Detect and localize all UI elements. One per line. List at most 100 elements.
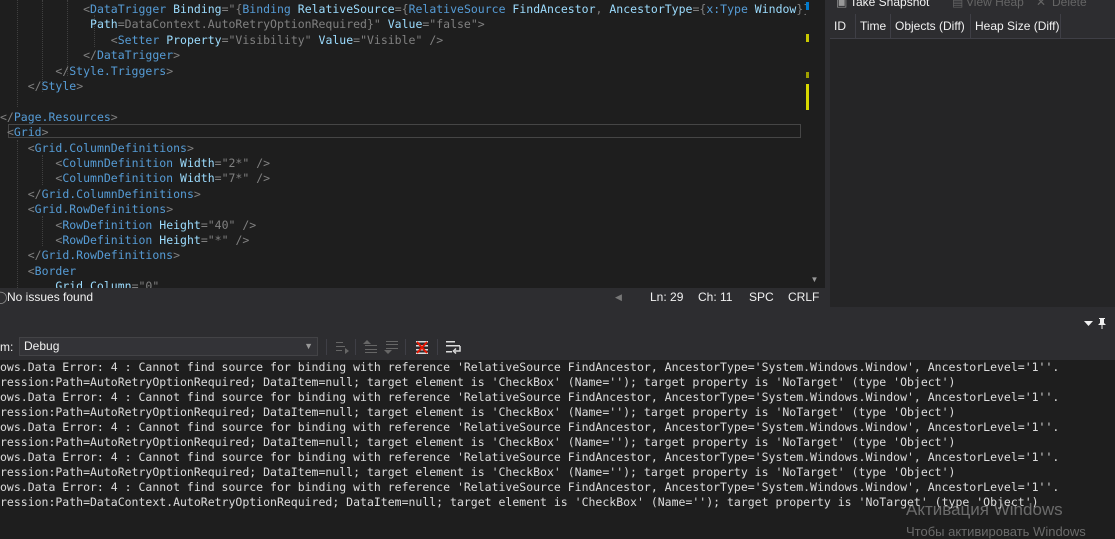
code-line: <RowDefinition Height="*" /> bbox=[0, 233, 249, 248]
code-line: <Grid.ColumnDefinitions> bbox=[0, 141, 194, 156]
code-token: Width bbox=[173, 156, 215, 170]
code-token: ColumnDefinition bbox=[62, 171, 174, 186]
delete-button[interactable]: Delete bbox=[1052, 0, 1087, 9]
code-token: /> bbox=[228, 233, 250, 247]
toolbar-separator bbox=[405, 339, 406, 355]
previous-message-icon[interactable] bbox=[363, 339, 379, 355]
code-token: ="{ bbox=[221, 2, 243, 16]
code-line: Grid.Column="0" bbox=[0, 279, 159, 288]
column-header-id[interactable]: ID bbox=[830, 14, 856, 38]
code-line: </Grid.ColumnDefinitions> bbox=[0, 187, 201, 202]
code-token: > bbox=[41, 125, 49, 140]
view-heap-button[interactable]: View Heap bbox=[966, 0, 1024, 9]
column-number[interactable]: Ch: 11 bbox=[698, 288, 732, 307]
code-token: </ bbox=[27, 248, 42, 263]
code-token: Page.Resources bbox=[13, 109, 111, 124]
camera-icon: ▣ bbox=[836, 0, 848, 9]
code-token: ="0" bbox=[131, 279, 160, 288]
scroll-left-arrow-icon[interactable]: ◀ bbox=[615, 288, 622, 307]
output-line: ression:Path=AutoRetryOptionRequired; Da… bbox=[0, 375, 956, 389]
code-token: /> bbox=[422, 32, 444, 47]
code-token: > bbox=[193, 186, 201, 201]
code-line: <ColumnDefinition Width="7*" /> bbox=[0, 171, 270, 186]
output-line: ows.Data Error: 4 : Cannot find source f… bbox=[0, 360, 1060, 374]
code-line: <Grid> bbox=[0, 125, 49, 140]
scroll-marker bbox=[806, 84, 809, 110]
code-token: DataTrigger bbox=[96, 48, 174, 63]
code-token: /> bbox=[249, 171, 271, 186]
activation-watermark-subtitle: Чтобы активировать Windows bbox=[906, 524, 1086, 539]
pin-icon[interactable] bbox=[1097, 317, 1107, 329]
code-token: ="2*" bbox=[214, 156, 250, 170]
code-token: FindAncestor bbox=[505, 2, 596, 16]
code-token: ="Visibility" bbox=[221, 32, 312, 47]
code-token: > bbox=[173, 48, 181, 63]
code-token: Width bbox=[173, 171, 215, 186]
code-token: DataTrigger bbox=[90, 2, 167, 16]
output-line: ression:Path=AutoRetryOptionRequired; Da… bbox=[0, 405, 956, 419]
output-line: ows.Data Error: 4 : Cannot find source f… bbox=[0, 420, 1060, 434]
code-token: Grid.RowDefinitions bbox=[34, 202, 167, 217]
code-token: > bbox=[186, 140, 194, 155]
code-token: < bbox=[27, 263, 35, 278]
spacing-mode[interactable]: SPC bbox=[749, 288, 774, 307]
code-token: ="Visible" bbox=[353, 32, 423, 47]
output-line: ression:Path=AutoRetryOptionRequired; Da… bbox=[0, 465, 956, 479]
clear-all-icon[interactable] bbox=[414, 339, 430, 355]
code-line: </DataTrigger> bbox=[0, 48, 180, 63]
diagnostics-toolbar: ▣ Take Snapshot ▤ View Heap ✕ Delete bbox=[830, 0, 1115, 14]
code-token: </ bbox=[0, 109, 14, 124]
window-position-dropdown-icon[interactable] bbox=[1084, 319, 1093, 328]
output-source-select[interactable]: Debug ▼ bbox=[19, 337, 318, 356]
issues-status[interactable]: No issues found bbox=[7, 288, 93, 307]
scroll-down-arrow-icon[interactable]: ▼ bbox=[806, 271, 823, 288]
horizontal-splitter[interactable] bbox=[0, 307, 1115, 315]
column-header-time[interactable]: Time bbox=[856, 14, 891, 38]
next-message-icon[interactable] bbox=[384, 339, 400, 355]
code-token: Setter bbox=[117, 32, 160, 47]
code-token: < bbox=[27, 140, 35, 155]
code-token: =DataContext.AutoRetryOptionRequired}" bbox=[117, 17, 381, 32]
output-source-value: Debug bbox=[24, 339, 60, 353]
code-token: ={ bbox=[692, 2, 707, 16]
output-line: ows.Data Error: 4 : Cannot find source f… bbox=[0, 450, 1060, 464]
output-line: ows.Data Error: 4 : Cannot find source f… bbox=[0, 480, 1060, 494]
current-line-highlight bbox=[8, 124, 801, 138]
toolbar-separator bbox=[437, 339, 438, 355]
code-token: Height bbox=[152, 233, 201, 247]
line-ending[interactable]: CRLF bbox=[788, 288, 819, 307]
code-token: Value bbox=[380, 17, 423, 32]
take-snapshot-button[interactable]: Take Snapshot bbox=[850, 0, 929, 9]
code-token: ="40" bbox=[200, 217, 236, 232]
code-line: <Setter Property="Visibility" Value="Vis… bbox=[0, 33, 443, 48]
column-header-objects[interactable]: Objects (Diff) bbox=[891, 14, 971, 38]
go-to-code-icon[interactable] bbox=[334, 339, 350, 355]
line-number[interactable]: Ln: 29 bbox=[650, 288, 683, 307]
code-token: Binding bbox=[242, 2, 291, 16]
code-token: ="false" bbox=[422, 17, 478, 32]
code-line: </Style> bbox=[0, 79, 83, 94]
code-token: Grid.RowDefinitions bbox=[41, 248, 174, 263]
code-token: > bbox=[166, 63, 174, 78]
code-token: > bbox=[110, 109, 118, 124]
code-token: </ bbox=[55, 63, 70, 78]
editor-vertical-scrollbar[interactable] bbox=[806, 0, 823, 288]
code-token: Grid.ColumnDefinitions bbox=[34, 140, 187, 155]
code-token: < bbox=[83, 2, 91, 16]
code-editor[interactable]: <DataTrigger Binding="{Binding RelativeS… bbox=[0, 0, 806, 288]
code-token: AncestorType bbox=[609, 2, 693, 16]
word-wrap-icon[interactable] bbox=[445, 339, 461, 355]
column-header-heap-size[interactable]: Heap Size (Diff) bbox=[971, 14, 1061, 38]
code-token: Style bbox=[41, 79, 77, 93]
code-token: RowDefinition bbox=[62, 217, 153, 232]
code-token: Height bbox=[152, 217, 201, 232]
